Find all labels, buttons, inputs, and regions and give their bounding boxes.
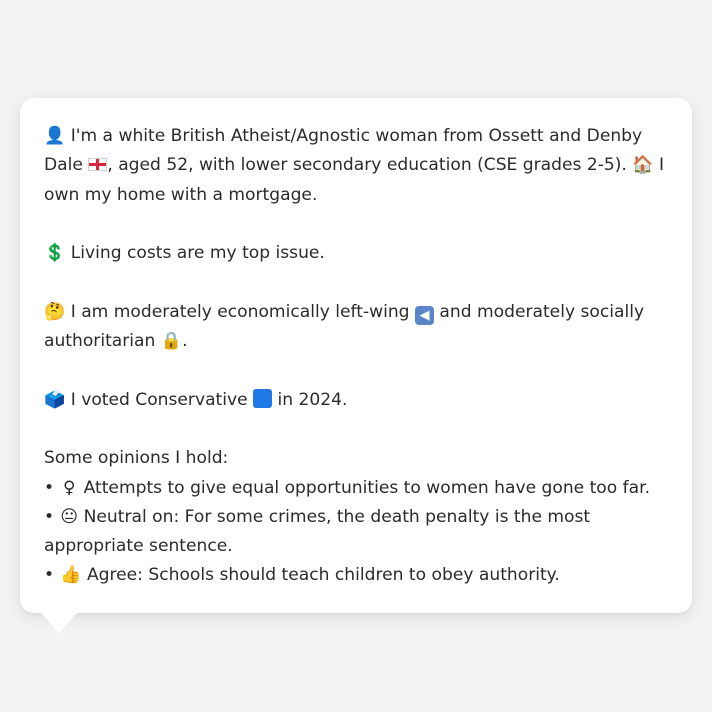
issue-paragraph: 💲 Living costs are my top issue. — [44, 239, 668, 268]
opinion-item: • 😐 Neutral on: For some crimes, the deat… — [44, 503, 668, 562]
female-sign-icon: ♀ — [62, 477, 76, 498]
england-flag-icon — [88, 158, 108, 172]
persona-card: 👤 I'm a white British Atheist/Agnostic w… — [20, 98, 692, 613]
bullet: • — [44, 506, 55, 527]
opinion-item: • 👍 Agree: Schools should teach children … — [44, 561, 668, 590]
identity-paragraph: 👤 I'm a white British Atheist/Agnostic w… — [44, 122, 668, 210]
issue-text: Living costs are my top issue. — [70, 243, 325, 264]
dollar-icon: 💲 — [44, 243, 66, 264]
opinion-text: Attempts to give equal opportunities to … — [83, 477, 651, 498]
vote-year: in 2024. — [277, 389, 348, 410]
opinions-heading: Some opinions I hold: — [44, 448, 229, 469]
ideology-end: . — [182, 331, 188, 352]
thinking-face-icon: 🤔 — [44, 301, 66, 322]
speech-bubble-tail — [40, 612, 78, 633]
opinion-item: • ♀ Attempts to give equal opportunities … — [44, 474, 668, 503]
opinion-text: Agree: Schools should teach children to … — [86, 565, 560, 586]
ideology-economic: I am moderately economically left-wing — [70, 301, 410, 322]
identity-details: , aged 52, with lower secondary educatio… — [107, 155, 627, 176]
blue-square-icon — [253, 388, 273, 408]
ballot-box-icon: 🗳️ — [44, 389, 66, 410]
thumbs-up-icon: 👍 — [60, 565, 82, 586]
home-icon: 🏠 — [632, 155, 654, 176]
opinion-text: Neutral on: For some crimes, the death p… — [44, 506, 591, 557]
person-icon: 👤 — [44, 126, 66, 146]
vote-paragraph: 🗳️ I voted Conservative in 2024. — [44, 386, 668, 415]
neutral-face-icon: 😐 — [60, 506, 79, 527]
left-arrow-icon: ◀ — [414, 305, 434, 325]
lock-icon: 🔒 — [160, 331, 183, 352]
bullet: • — [44, 477, 55, 498]
vote-text: I voted Conservative — [70, 389, 248, 410]
ideology-paragraph: 🤔 I am moderately economically left-wing… — [44, 298, 668, 357]
bullet: • — [44, 565, 55, 586]
